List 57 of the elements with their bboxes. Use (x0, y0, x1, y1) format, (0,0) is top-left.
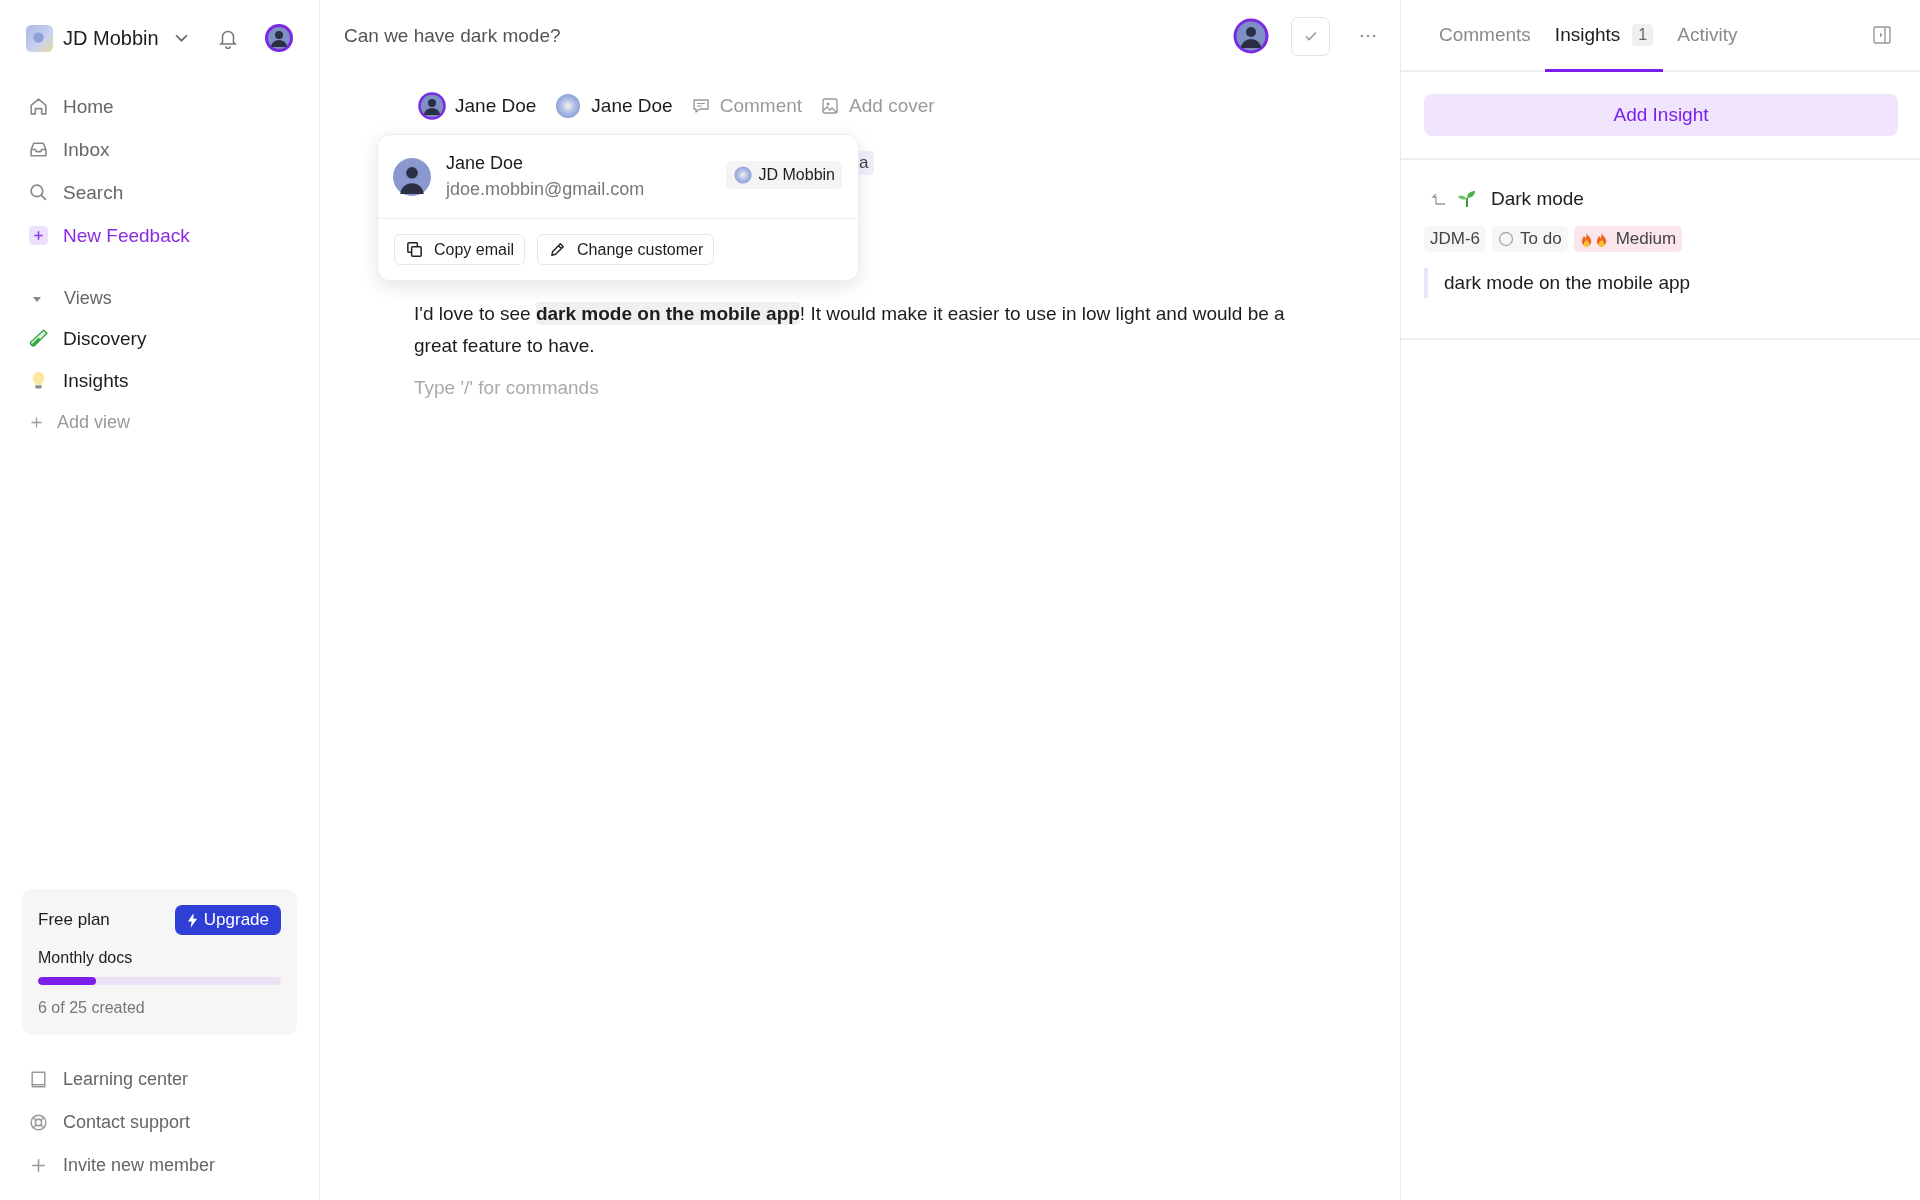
test-tube-icon (28, 328, 49, 349)
check-button[interactable] (1291, 16, 1330, 56)
user-avatar[interactable] (1233, 18, 1269, 54)
sidebar-toggle-icon[interactable] (1872, 25, 1892, 45)
workspace-switcher[interactable]: JD Mobbin (26, 24, 188, 52)
panel-tab[interactable]: Comments (1429, 0, 1541, 72)
copy-icon (405, 240, 424, 259)
insight-id: JDM-6 (1424, 226, 1487, 252)
document-title: Can we have dark mode? (344, 25, 561, 47)
inbox-icon (28, 139, 49, 160)
priority-chip[interactable]: Medium (1573, 226, 1683, 252)
view-item[interactable]: Discovery (22, 326, 297, 351)
lifebuoy-icon (28, 1112, 49, 1133)
person-avatar (418, 92, 446, 120)
book-icon (28, 1069, 49, 1090)
nav-item[interactable]: Home (22, 94, 297, 119)
customer-name: Jane Doe (446, 153, 525, 174)
footer-link[interactable]: Contact support (22, 1110, 297, 1135)
person-avatar (393, 157, 431, 196)
status-chip[interactable]: To do (1492, 226, 1568, 252)
usage-reading: 6 of 25 created (38, 999, 146, 1017)
popup-action-button[interactable]: Change customer (537, 234, 715, 265)
person-chip[interactable]: Jane Doe (554, 92, 673, 120)
plan-name: Free plan (38, 910, 110, 930)
footer-link[interactable]: Learning center (22, 1067, 297, 1092)
insight-title[interactable]: Dark mode (1491, 188, 1584, 210)
lightning-icon (186, 912, 198, 928)
plan-metric: Monthly docs (38, 949, 134, 967)
view-item[interactable]: Insights (22, 368, 297, 393)
add-insight-button[interactable]: Add Insight (1424, 94, 1898, 136)
plus-icon (28, 225, 49, 246)
feedback-text: I'd love to see dark mode on the mobile app! It would make it easier to use in low light and would be a great feature to have. (414, 301, 1286, 358)
panel-tab[interactable]: Insights 1 (1544, 0, 1664, 72)
panel-tab[interactable]: Activity (1667, 0, 1748, 72)
orb-avatar (554, 92, 583, 120)
workspace-logo-icon (26, 24, 53, 52)
more-icon[interactable] (1360, 34, 1376, 38)
views-section-toggle[interactable]: Views (22, 288, 297, 309)
image-icon (820, 96, 841, 116)
nav-item[interactable]: New Feedback (22, 223, 297, 248)
footer-link[interactable]: Invite new member (22, 1153, 297, 1178)
nav-item[interactable]: Inbox (22, 137, 297, 162)
upgrade-button[interactable]: Upgrade (174, 905, 281, 935)
customer-email: jdoe.mobbin@gmail.com (446, 179, 645, 200)
plus-icon (28, 414, 45, 431)
user-avatar[interactable] (265, 24, 293, 52)
person-chip[interactable]: Jane Doe (418, 92, 537, 120)
home-icon (28, 96, 49, 117)
chevron-down-icon (174, 33, 188, 43)
sprout-icon (1457, 189, 1477, 209)
company-chip[interactable]: JD Mobbin (725, 161, 842, 189)
orb-avatar (732, 165, 753, 185)
circle-icon (1498, 231, 1515, 247)
search-icon (28, 182, 49, 203)
insight-quote: dark mode on the mobile app (1424, 268, 1898, 298)
popup-action-button[interactable]: Copy email (394, 234, 526, 265)
nav-item[interactable]: Search (22, 180, 297, 205)
